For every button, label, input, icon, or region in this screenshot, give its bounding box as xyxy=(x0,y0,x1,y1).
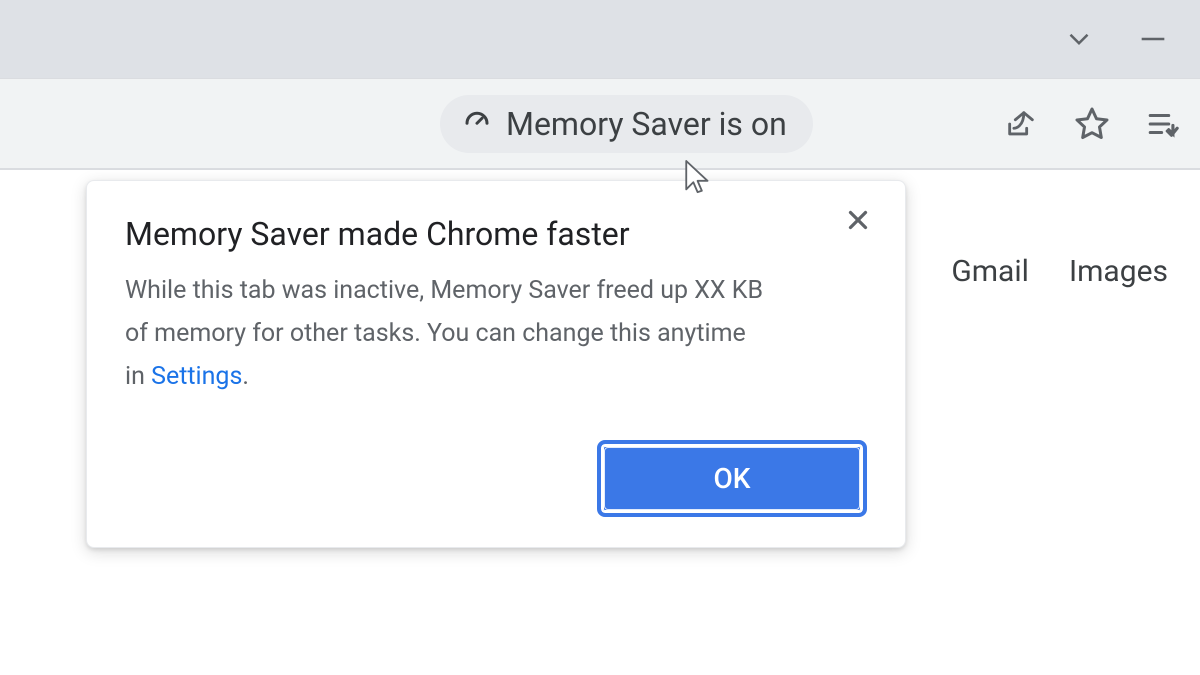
browser-toolbar: Memory Saver is on xyxy=(0,78,1200,168)
popup-body: While this tab was inactive, Memory Save… xyxy=(125,269,765,398)
memory-saver-chip[interactable]: Memory Saver is on xyxy=(440,95,813,153)
chevron-down-icon[interactable] xyxy=(1062,22,1096,56)
toolbar-actions xyxy=(1004,106,1180,142)
window-titlebar xyxy=(0,0,1200,78)
popup-body-suffix: . xyxy=(242,362,249,391)
reading-list-icon[interactable] xyxy=(1146,107,1180,141)
ok-button[interactable]: OK xyxy=(597,440,867,517)
speedometer-icon xyxy=(462,107,492,141)
minimize-icon[interactable] xyxy=(1136,22,1170,56)
popup-title: Memory Saver made Chrome faster xyxy=(125,215,630,253)
page-header-links: Gmail Images xyxy=(951,254,1168,289)
settings-link[interactable]: Settings xyxy=(151,362,242,391)
images-link[interactable]: Images xyxy=(1069,254,1168,289)
gmail-link[interactable]: Gmail xyxy=(951,254,1029,289)
share-icon[interactable] xyxy=(1004,107,1038,141)
star-icon[interactable] xyxy=(1074,106,1110,142)
close-icon[interactable] xyxy=(843,205,873,239)
memory-saver-popup: Memory Saver made Chrome faster While th… xyxy=(86,180,906,548)
chip-label: Memory Saver is on xyxy=(506,105,787,143)
